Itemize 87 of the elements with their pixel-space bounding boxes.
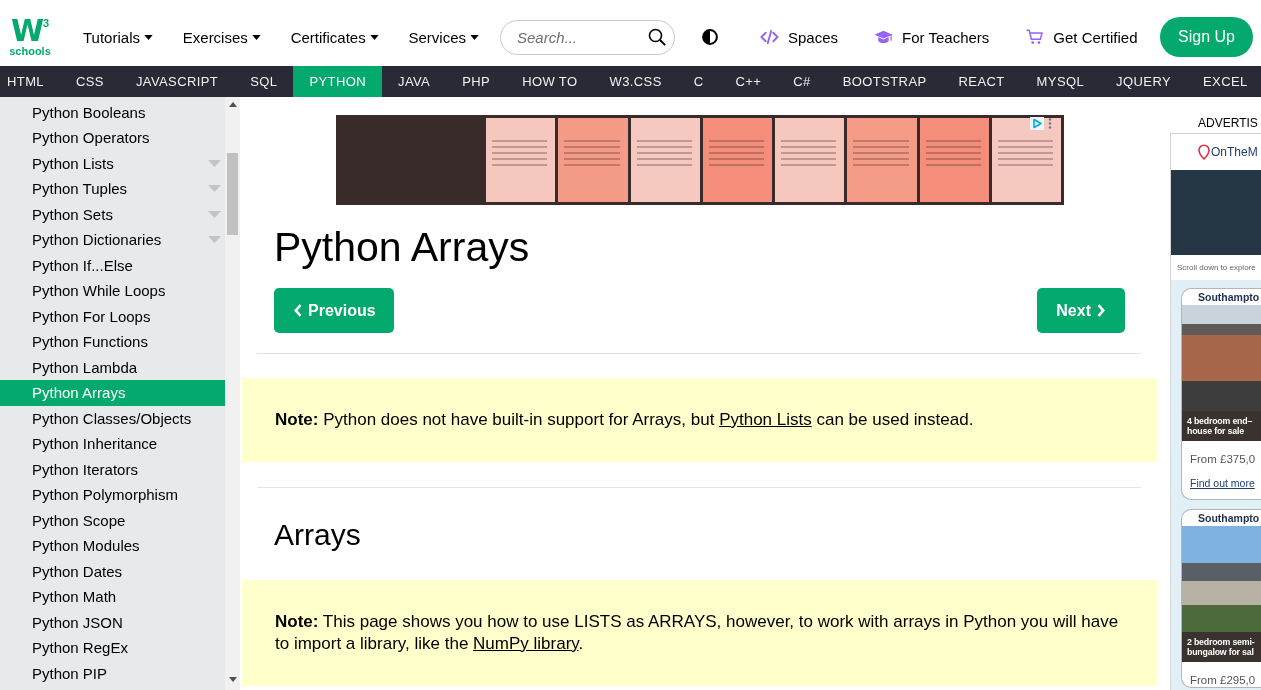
sidebar-item[interactable]: Python Iterators: [0, 456, 225, 482]
caret-icon: [208, 185, 221, 193]
topic-tab[interactable]: JQUERY: [1100, 66, 1187, 97]
sidebar-item[interactable]: Python RegEx: [0, 635, 225, 661]
sidebar-item[interactable]: Python Tuples: [0, 176, 225, 202]
sidebar-item[interactable]: Python Modules: [0, 533, 225, 559]
topic-tab[interactable]: HTML: [0, 66, 60, 97]
listing-card[interactable]: Southampto 4 bedroom end– house for sale From £375,0 Find out more: [1181, 288, 1261, 500]
sidebar-item[interactable]: Python Dictionaries: [0, 227, 225, 253]
note-text: Note: Python does not have built-in support for Arrays, but Python Lists can be used instead.: [275, 409, 975, 431]
advertisement-label: ADVERTIS: [1198, 116, 1259, 130]
sidebar-item[interactable]: Python For Loops: [0, 303, 225, 329]
header-link[interactable]: Spaces: [760, 28, 839, 46]
caret-icon: [208, 236, 221, 244]
header-link[interactable]: Get Certified: [1025, 28, 1138, 46]
topic-tab[interactable]: HOW TO: [506, 66, 594, 97]
sidebar-item[interactable]: Python Sets: [0, 201, 225, 227]
sidebar-item[interactable]: Python JSON: [0, 609, 225, 635]
caret-icon: [208, 159, 221, 167]
search-field[interactable]: Search...: [500, 19, 675, 55]
sidebar-item[interactable]: Python Dates: [0, 558, 225, 584]
contrast-toggle-icon[interactable]: [702, 29, 718, 45]
sidebar-item[interactable]: Python While Loops: [0, 278, 225, 304]
map-pin-icon: [1198, 144, 1210, 160]
caret-icon: [369, 34, 379, 40]
section-heading: Arrays: [274, 517, 362, 553]
menu-dropdown-button[interactable]: Exercises: [182, 28, 261, 46]
header-link[interactable]: For Teachers: [874, 28, 990, 46]
note-text: Note: This page shows you how to use LISTS as ARRAYS, however, to work with arrays in Python you will have to import a library, like the NumPy library.: [275, 611, 1120, 655]
sidebar-item[interactable]: Python PIP: [0, 660, 225, 686]
topic-tab[interactable]: REACT: [942, 66, 1021, 97]
sidebar-item[interactable]: Python Lists: [0, 150, 225, 176]
scroll-down-arrow-icon[interactable]: [228, 677, 237, 682]
listing-price: From £375,0: [1189, 452, 1257, 466]
brand-logo-text: OnTheM: [1211, 145, 1258, 159]
chevron-right-icon: [1097, 304, 1105, 317]
topic-tab[interactable]: JAVA: [382, 66, 447, 97]
listing-caption: 2 bedroom semi- bungalow for sal: [1182, 632, 1261, 662]
sidebar-item[interactable]: Python Polymorphism: [0, 482, 225, 508]
topic-tab[interactable]: SQL: [234, 66, 294, 97]
cart-icon: [1025, 29, 1045, 45]
ad-banner-drawing[interactable]: [336, 115, 1064, 205]
topic-tab[interactable]: MYSQL: [1020, 66, 1101, 97]
listing-caption: 4 bedroom end– house for sale: [1182, 411, 1261, 441]
scrollbar-thumb[interactable]: [227, 153, 238, 235]
location-label: Southampto: [1197, 290, 1261, 305]
inline-link[interactable]: Python Lists: [719, 410, 812, 429]
sidebar-item[interactable]: Python Operators: [0, 125, 225, 151]
sidebar-item[interactable]: Python Inheritance: [0, 431, 225, 457]
ad-frame[interactable]: OnTheM Scroll down to explore Southampto 4 bedroom end– house for sale From £375,0 Find out more Southampto 2 bedroom semi- bungalow for sal From £295,0: [1170, 133, 1261, 690]
menu-dropdown-button[interactable]: Certificates: [290, 28, 379, 46]
scroll-hint-text: Scroll down to explore: [1176, 262, 1257, 274]
ad-choices-icon[interactable]: [1030, 117, 1054, 130]
graduation-cap-icon: [874, 29, 894, 45]
sidebar-item[interactable]: Python Math: [0, 584, 225, 610]
menu-dropdown-button[interactable]: Services: [408, 28, 479, 46]
search-icon[interactable]: [648, 27, 666, 46]
topic-tab[interactable]: C++: [719, 66, 778, 97]
caret-icon: [470, 34, 479, 40]
sidebar-item[interactable]: Python If...Else: [0, 252, 225, 278]
topic-tab[interactable]: JAVASCRIPT: [119, 66, 235, 97]
sidebar-item[interactable]: Python Lambda: [0, 354, 225, 380]
topic-tab[interactable]: EXCEL: [1187, 66, 1261, 97]
listing-price: From £295,0: [1189, 673, 1257, 687]
chevron-left-icon: [294, 304, 302, 317]
topic-tab[interactable]: C#: [777, 66, 827, 97]
topic-tab[interactable]: W3.CSS: [593, 66, 678, 97]
scrollbar[interactable]: [225, 97, 240, 690]
topic-tab[interactable]: PHP: [446, 66, 507, 97]
topic-tab[interactable]: BOOTSTRAP: [826, 66, 943, 97]
code-icon: [760, 29, 779, 45]
sidebar-item[interactable]: Python Functions: [0, 329, 225, 355]
scroll-up-arrow-icon[interactable]: [228, 102, 237, 107]
topic-tab[interactable]: CSS: [60, 66, 120, 97]
sidebar-item[interactable]: Python Classes/Objects: [0, 405, 225, 431]
caret-icon: [143, 34, 153, 40]
caret-icon: [251, 34, 261, 40]
sidebar-item[interactable]: Python Booleans: [0, 99, 225, 125]
topic-tab[interactable]: C: [677, 66, 720, 97]
sidebar-item[interactable]: Python Scope: [0, 507, 225, 533]
location-label: Southampto: [1197, 511, 1261, 526]
listing-card[interactable]: Southampto 2 bedroom semi- bungalow for sal From £295,0: [1181, 509, 1261, 688]
caret-icon: [208, 210, 221, 218]
page-title: Python Arrays: [274, 223, 531, 272]
inline-link[interactable]: NumPy library: [473, 634, 579, 653]
menu-dropdown-button[interactable]: Tutorials: [83, 28, 153, 46]
find-out-more-link[interactable]: Find out more: [1190, 477, 1255, 489]
